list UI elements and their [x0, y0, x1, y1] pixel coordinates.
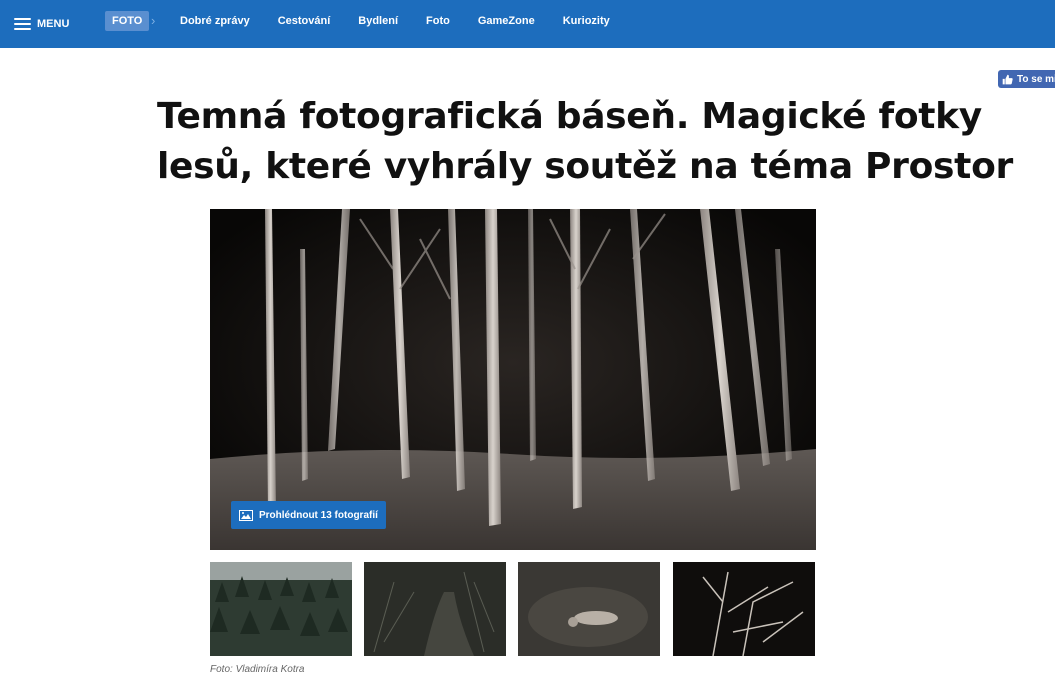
nav-link-dobre-zpravy[interactable]: Dobré zprávy	[180, 11, 250, 31]
thumbs-up-icon	[1002, 74, 1013, 84]
gallery-button-label: Prohlédnout 13 fotografií	[259, 509, 378, 521]
thumbnail-4[interactable]	[673, 562, 815, 656]
nav-link-gamezone[interactable]: GameZone	[478, 11, 535, 31]
image-icon	[239, 509, 253, 521]
article-headline: Temná fotografická báseň. Magické fotky …	[157, 92, 1013, 192]
conifer-forest-image	[210, 562, 352, 656]
headline-line-1: Temná fotografická báseň. Magické fotky	[157, 96, 982, 137]
like-button[interactable]: To se mi	[998, 70, 1055, 88]
nav-link-kuriozity[interactable]: Kuriozity	[563, 11, 610, 31]
thumbnail-2[interactable]	[364, 562, 506, 656]
night-branches-image	[673, 562, 815, 656]
photo-caption: Foto: Vladimíra Kotra	[210, 664, 305, 675]
chevron-right-icon: ›	[151, 13, 156, 28]
gallery-button[interactable]: Prohlédnout 13 fotografií	[231, 501, 386, 529]
headline-line-2: lesů, které vyhrály soutěž na téma Prost…	[157, 146, 1013, 187]
nav-link-foto[interactable]: Foto	[426, 11, 450, 31]
forest-path-image	[364, 562, 506, 656]
nav-link-bydleni[interactable]: Bydlení	[358, 11, 398, 31]
hamburger-icon	[14, 18, 31, 30]
category-nav: Dobré zprávy Cestování Bydlení Foto Game…	[180, 11, 610, 31]
nav-link-cestovani[interactable]: Cestování	[278, 11, 331, 31]
thumbnail-3[interactable]	[518, 562, 660, 656]
thumbnail-strip	[210, 562, 816, 656]
main-photo[interactable]: Prohlédnout 13 fotografií	[210, 209, 816, 550]
dark-forest-image	[210, 209, 816, 550]
menu-label: MENU	[37, 18, 70, 30]
like-label: To se mi	[1017, 73, 1055, 85]
top-navigation-bar: MENU FOTO › Dobré zprávy Cestování Bydle…	[0, 0, 1055, 48]
thumbnail-1[interactable]	[210, 562, 352, 656]
forest-floor-animal-image	[518, 562, 660, 656]
menu-button[interactable]: MENU	[14, 14, 69, 34]
section-badge-foto[interactable]: FOTO	[105, 11, 150, 31]
